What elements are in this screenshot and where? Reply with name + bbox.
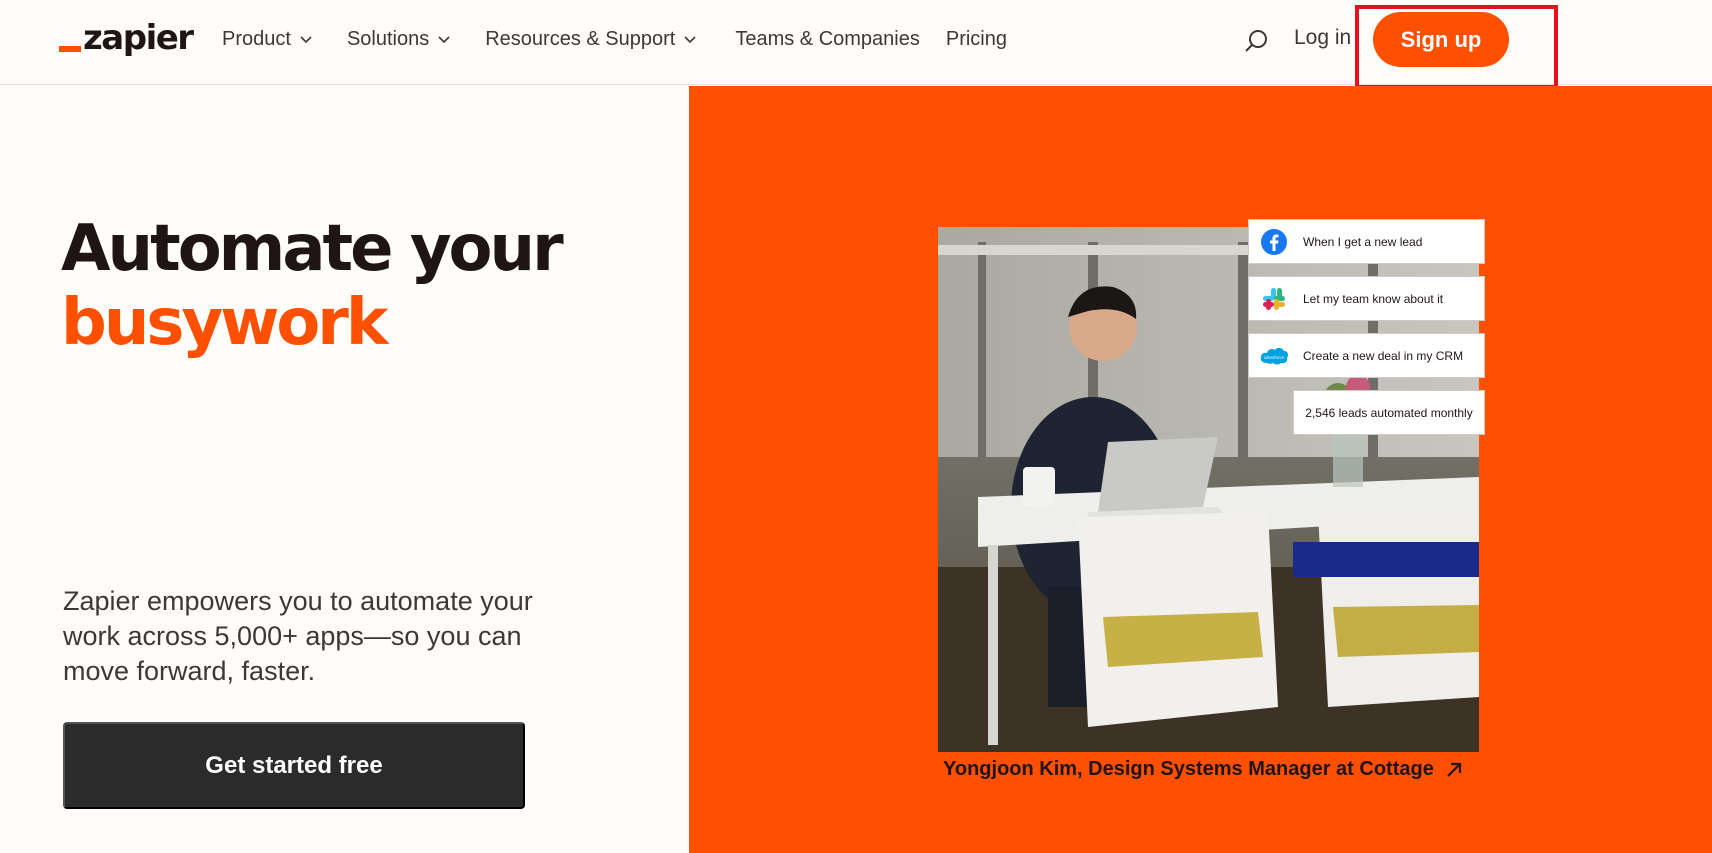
arrow-up-right-icon bbox=[1447, 762, 1461, 777]
nav-solutions-label: Solutions bbox=[346, 27, 430, 50]
logo-text: zapier bbox=[83, 18, 194, 58]
salesforce-icon: salesforce bbox=[1259, 341, 1289, 371]
chevron-down-icon bbox=[300, 36, 312, 44]
workflow-step-trigger: When I get a new lead bbox=[1248, 219, 1485, 264]
svg-text:salesforce: salesforce bbox=[1264, 355, 1285, 360]
nav-product-label: Product bbox=[222, 27, 291, 50]
hero-description: Zapier empowers you to automate your wor… bbox=[63, 586, 533, 686]
chevron-down-icon bbox=[684, 36, 696, 44]
signup-highlight-box bbox=[1355, 5, 1558, 89]
nav-resources-label: Resources & Support bbox=[485, 27, 676, 50]
nav-product[interactable]: Product bbox=[222, 24, 313, 54]
workflow-step-label: When I get a new lead bbox=[1303, 234, 1423, 249]
nav-teams-label: Teams & Companies bbox=[735, 27, 920, 50]
testimonial-caption-link[interactable]: Yongjoon Kim, Design Systems Manager at … bbox=[943, 758, 1464, 781]
login-link[interactable]: Log in bbox=[1294, 26, 1351, 50]
hero-title: Automate your busywork bbox=[61, 212, 564, 360]
get-started-button[interactable]: Get started free bbox=[63, 722, 525, 809]
workflow-step-label: Create a new deal in my CRM bbox=[1303, 348, 1464, 363]
workflow-step-crm: salesforce Create a new deal in my CRM bbox=[1248, 333, 1485, 378]
nav-resources[interactable]: Resources & Support bbox=[485, 24, 697, 54]
nav-teams[interactable]: Teams & Companies bbox=[735, 24, 920, 54]
workflow-step-label: Let my team know about it bbox=[1303, 291, 1444, 306]
nav-solutions[interactable]: Solutions bbox=[347, 24, 451, 54]
main-nav: Product Solutions Resources & Support Te… bbox=[222, 24, 1041, 54]
nav-pricing-label: Pricing bbox=[945, 27, 1007, 50]
slack-icon bbox=[1259, 284, 1289, 314]
facebook-icon bbox=[1259, 227, 1289, 257]
hero-title-line2: busywork bbox=[61, 286, 388, 360]
zapier-logo[interactable]: zapier bbox=[59, 18, 194, 58]
chevron-down-icon bbox=[438, 36, 450, 44]
caption-text: Yongjoon Kim, Design Systems Manager at … bbox=[943, 758, 1434, 780]
hero-title-line1: Automate your bbox=[61, 212, 564, 286]
search-icon[interactable] bbox=[1242, 27, 1270, 55]
workflow-stat-label: 2,546 leads automated monthly bbox=[1305, 405, 1473, 420]
site-header: zapier Product Solutions Resources & Sup… bbox=[0, 0, 1712, 89]
workflow-step-notify: Let my team know about it bbox=[1248, 276, 1485, 321]
workflow-stat: 2,546 leads automated monthly bbox=[1293, 390, 1485, 435]
logo-underscore bbox=[59, 46, 81, 52]
nav-pricing[interactable]: Pricing bbox=[946, 24, 1007, 54]
